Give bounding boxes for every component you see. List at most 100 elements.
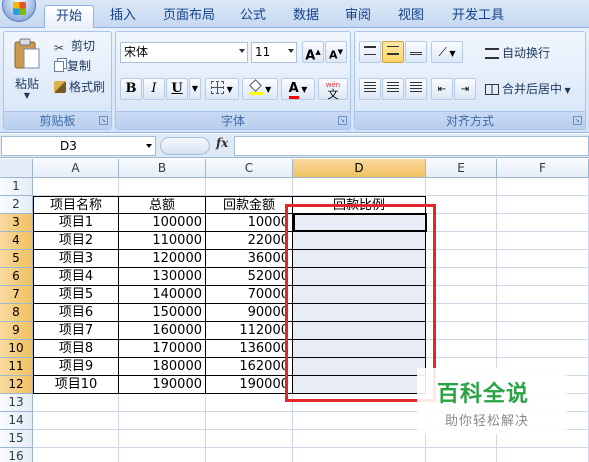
- cut-button[interactable]: ✂ 剪切: [54, 37, 95, 55]
- font-name-select[interactable]: 宋体: [120, 42, 248, 63]
- tab-data[interactable]: 数据: [285, 5, 327, 28]
- cell-a2[interactable]: 项目名称: [33, 196, 119, 214]
- column-header-f[interactable]: F: [497, 159, 589, 178]
- cell-a10[interactable]: 项目8: [33, 340, 119, 358]
- merge-center-button[interactable]: 合并后居中 ▼: [485, 80, 571, 98]
- select-all-corner[interactable]: [0, 159, 33, 178]
- cell-f16[interactable]: [497, 448, 589, 462]
- cell-c15[interactable]: [206, 430, 293, 448]
- cell-b8[interactable]: 150000: [119, 304, 206, 322]
- cell-b15[interactable]: [119, 430, 206, 448]
- tab-insert[interactable]: 插入: [100, 5, 146, 28]
- paste-button[interactable]: 粘贴 ▼: [8, 35, 46, 107]
- cell-c6[interactable]: 52000: [206, 268, 293, 286]
- row-header-8[interactable]: 8: [0, 304, 33, 322]
- align-bottom-button[interactable]: [405, 41, 427, 63]
- name-box[interactable]: D3: [1, 136, 156, 156]
- increase-indent-button[interactable]: ⇥: [454, 78, 476, 100]
- align-middle-button[interactable]: [382, 41, 404, 63]
- column-header-b[interactable]: B: [119, 159, 206, 178]
- underline-dropdown-button[interactable]: ▼: [189, 78, 201, 100]
- cell-a7[interactable]: 项目5: [33, 286, 119, 304]
- cell-b14[interactable]: [119, 412, 206, 430]
- cell-e3[interactable]: [426, 214, 497, 232]
- cell-b1[interactable]: [119, 178, 206, 196]
- cell-e16[interactable]: [426, 448, 497, 462]
- cell-e9[interactable]: [426, 322, 497, 340]
- cell-d15[interactable]: [293, 430, 426, 448]
- cell-a8[interactable]: 项目6: [33, 304, 119, 322]
- cell-e2[interactable]: [426, 196, 497, 214]
- cell-f8[interactable]: [497, 304, 589, 322]
- cell-c2[interactable]: 回款金额: [206, 196, 293, 214]
- bold-button[interactable]: B: [120, 78, 142, 100]
- cell-b6[interactable]: 130000: [119, 268, 206, 286]
- align-top-button[interactable]: [359, 41, 381, 63]
- row-header-13[interactable]: 13: [0, 394, 33, 412]
- cell-e6[interactable]: [426, 268, 497, 286]
- row-header-7[interactable]: 7: [0, 286, 33, 304]
- row-header-11[interactable]: 11: [0, 358, 33, 376]
- cell-b3[interactable]: 100000: [119, 214, 206, 232]
- cell-f5[interactable]: [497, 250, 589, 268]
- shrink-font-button[interactable]: A▼: [325, 41, 347, 63]
- tab-page-layout[interactable]: 页面布局: [154, 5, 224, 28]
- cell-c3[interactable]: 10000: [206, 214, 293, 232]
- cell-a3[interactable]: 项目1: [33, 214, 119, 232]
- cell-a15[interactable]: [33, 430, 119, 448]
- cell-a11[interactable]: 项目9: [33, 358, 119, 376]
- alignment-launcher-icon[interactable]: ↘: [573, 116, 582, 125]
- fill-color-button[interactable]: ▼: [242, 78, 278, 100]
- italic-button[interactable]: I: [143, 78, 165, 100]
- cell-a6[interactable]: 项目4: [33, 268, 119, 286]
- wrap-text-button[interactable]: 自动换行: [485, 44, 550, 62]
- orientation-button[interactable]: ⟋ ▼: [431, 41, 463, 63]
- row-header-12[interactable]: 12: [0, 376, 33, 394]
- cell-f10[interactable]: [497, 340, 589, 358]
- cell-c13[interactable]: [206, 394, 293, 412]
- cell-f4[interactable]: [497, 232, 589, 250]
- cell-c9[interactable]: 112000: [206, 322, 293, 340]
- align-left-button[interactable]: [359, 78, 381, 100]
- cell-f3[interactable]: [497, 214, 589, 232]
- cell-d16[interactable]: [293, 448, 426, 462]
- font-launcher-icon[interactable]: ↘: [338, 116, 347, 125]
- cell-d14[interactable]: [293, 412, 426, 430]
- row-header-2[interactable]: 2: [0, 196, 33, 214]
- cell-a5[interactable]: 项目3: [33, 250, 119, 268]
- cell-c1[interactable]: [206, 178, 293, 196]
- tab-developer[interactable]: 开发工具: [443, 5, 513, 28]
- row-header-4[interactable]: 4: [0, 232, 33, 250]
- column-header-e[interactable]: E: [426, 159, 497, 178]
- cell-c7[interactable]: 70000: [206, 286, 293, 304]
- insert-function-icon[interactable]: fx: [216, 136, 228, 150]
- row-header-9[interactable]: 9: [0, 322, 33, 340]
- office-button[interactable]: [2, 0, 36, 22]
- row-header-6[interactable]: 6: [0, 268, 33, 286]
- cell-f6[interactable]: [497, 268, 589, 286]
- formula-bar-splitter[interactable]: [160, 137, 210, 155]
- copy-button[interactable]: 复制: [54, 57, 91, 75]
- format-painter-button[interactable]: 格式刷: [54, 78, 105, 96]
- borders-button[interactable]: ▼: [205, 78, 239, 100]
- cell-e10[interactable]: [426, 340, 497, 358]
- cell-b12[interactable]: 190000: [119, 376, 206, 394]
- clipboard-launcher-icon[interactable]: ↘: [99, 116, 108, 125]
- cell-d1[interactable]: [293, 178, 426, 196]
- row-header-16[interactable]: 16: [0, 448, 33, 462]
- row-header-14[interactable]: 14: [0, 412, 33, 430]
- column-header-a[interactable]: A: [33, 159, 119, 178]
- cell-e8[interactable]: [426, 304, 497, 322]
- cell-e1[interactable]: [426, 178, 497, 196]
- underline-button[interactable]: U: [166, 78, 188, 100]
- cell-a13[interactable]: [33, 394, 119, 412]
- formula-input[interactable]: [234, 136, 589, 156]
- cell-b11[interactable]: 180000: [119, 358, 206, 376]
- cell-e4[interactable]: [426, 232, 497, 250]
- decrease-indent-button[interactable]: ⇤: [431, 78, 453, 100]
- cell-c8[interactable]: 90000: [206, 304, 293, 322]
- cell-b16[interactable]: [119, 448, 206, 462]
- cell-a16[interactable]: [33, 448, 119, 462]
- cell-c12[interactable]: 190000: [206, 376, 293, 394]
- font-size-select[interactable]: 11: [251, 42, 297, 63]
